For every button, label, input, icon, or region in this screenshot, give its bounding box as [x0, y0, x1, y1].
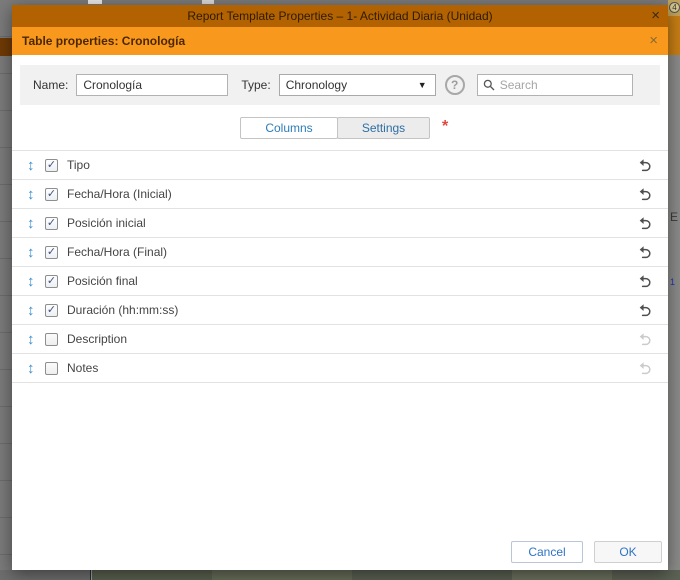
row-label: Description — [67, 332, 127, 346]
cancel-button[interactable]: Cancel — [511, 541, 583, 563]
row-checkbox[interactable]: ✓ — [45, 304, 58, 317]
row-checkbox[interactable]: ✓ — [45, 246, 58, 259]
undo-icon[interactable] — [637, 158, 652, 173]
row-label: Notes — [67, 361, 98, 375]
column-row: ↕ Notes — [12, 354, 668, 383]
form-panel: Name: Type: Chronology ▼ ? — [20, 65, 660, 105]
undo-icon[interactable] — [637, 187, 652, 202]
name-label: Name: — [33, 78, 68, 92]
column-row: ↕✓ Fecha/Hora (Inicial) — [12, 180, 668, 209]
background-fragment — [88, 0, 102, 4]
undo-icon[interactable] — [637, 245, 652, 260]
window-close-icon[interactable]: × — [651, 6, 660, 26]
column-row: ↕✓ Fecha/Hora (Final) — [12, 238, 668, 267]
row-label: Fecha/Hora (Inicial) — [67, 187, 172, 201]
row-label: Posición final — [67, 274, 138, 288]
search-box[interactable] — [477, 74, 633, 96]
type-label: Type: — [241, 78, 270, 92]
column-row: ↕✓ Posición inicial — [12, 209, 668, 238]
background-fragment — [202, 0, 214, 4]
undo-icon[interactable] — [637, 361, 652, 376]
undo-icon[interactable] — [637, 216, 652, 231]
row-checkbox[interactable]: ✓ — [45, 188, 58, 201]
tab-columns[interactable]: Columns — [240, 117, 338, 139]
drag-handle-icon[interactable]: ↕ — [27, 157, 43, 174]
background-map-strip — [668, 0, 680, 580]
map-cluster-badge: 4 — [669, 2, 680, 13]
dialog-footer: Cancel OK — [511, 541, 662, 563]
background-divider — [90, 570, 92, 580]
background-table-cell — [0, 38, 12, 56]
type-select[interactable]: Chronology ▼ — [279, 74, 436, 96]
drag-handle-icon[interactable]: ↕ — [27, 244, 43, 261]
window-titlebar: Report Template Properties – 1- Activida… — [12, 5, 668, 27]
map-label: 1 — [670, 277, 675, 287]
background-map-bottom — [92, 570, 680, 580]
map-label: E — [670, 210, 678, 224]
drag-handle-icon[interactable]: ↕ — [27, 273, 43, 290]
report-template-properties-dialog: Report Template Properties – 1- Activida… — [12, 5, 668, 570]
row-checkbox[interactable]: ✓ — [45, 275, 58, 288]
drag-handle-icon[interactable]: ↕ — [27, 186, 43, 203]
dialog-title: Table properties: Cronología — [22, 34, 185, 48]
row-label: Tipo — [67, 158, 90, 172]
column-row: ↕ Description — [12, 325, 668, 354]
tab-bar: Columns Settings * — [12, 117, 668, 139]
row-checkbox[interactable]: ✓ — [45, 159, 58, 172]
tab-settings[interactable]: Settings — [337, 117, 430, 139]
rows-list: ↕✓Tipo↕✓Fecha/Hora (Inicial)↕✓Posición i… — [12, 150, 668, 383]
undo-icon[interactable] — [637, 274, 652, 289]
row-checkbox[interactable] — [45, 362, 58, 375]
row-checkbox[interactable]: ✓ — [45, 217, 58, 230]
type-select-value: Chronology — [286, 78, 347, 92]
required-marker: * — [442, 118, 448, 136]
drag-handle-icon[interactable]: ↕ — [27, 360, 43, 377]
column-row: ↕✓ Posición final — [12, 267, 668, 296]
drag-handle-icon[interactable]: ↕ — [27, 215, 43, 232]
window-title: Report Template Properties – 1- Activida… — [187, 9, 492, 23]
undo-icon[interactable] — [637, 332, 652, 347]
undo-icon[interactable] — [637, 303, 652, 318]
row-label: Posición inicial — [67, 216, 146, 230]
drag-handle-icon[interactable]: ↕ — [27, 331, 43, 348]
dialog-body: Name: Type: Chronology ▼ ? Columns Setti… — [12, 55, 668, 570]
column-row: ↕✓ Duración (hh:mm:ss) — [12, 296, 668, 325]
search-icon — [483, 79, 495, 91]
table-properties-header: Table properties: Cronología × — [12, 27, 668, 55]
row-label: Fecha/Hora (Final) — [67, 245, 167, 259]
row-label: Duración (hh:mm:ss) — [67, 303, 178, 317]
dialog-close-icon[interactable]: × — [649, 31, 658, 51]
name-input[interactable] — [76, 74, 228, 96]
chevron-down-icon: ▼ — [418, 80, 429, 90]
background-map-fragment — [668, 16, 680, 55]
search-input[interactable] — [500, 78, 618, 92]
row-checkbox[interactable] — [45, 333, 58, 346]
help-icon[interactable]: ? — [445, 75, 465, 95]
drag-handle-icon[interactable]: ↕ — [27, 302, 43, 319]
ok-button[interactable]: OK — [594, 541, 662, 563]
column-row: ↕✓ Tipo — [12, 151, 668, 180]
